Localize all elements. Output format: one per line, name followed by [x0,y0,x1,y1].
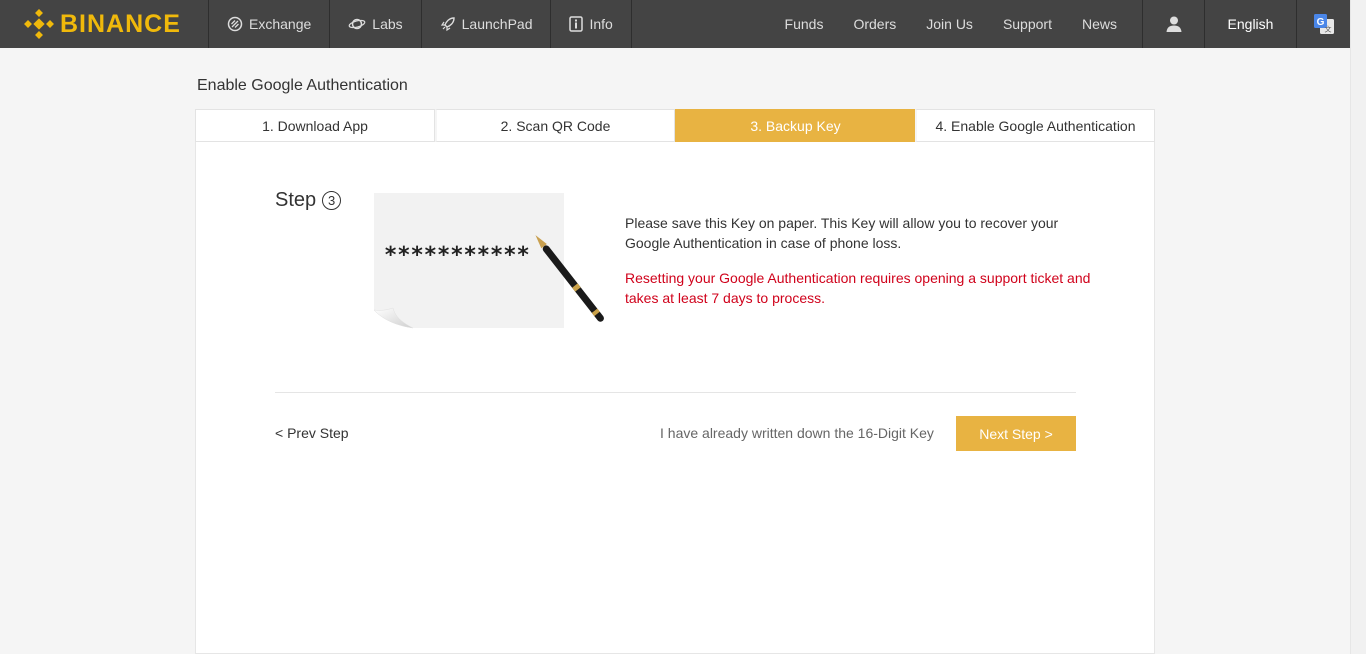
nav-info-label: Info [589,16,613,32]
prev-step-link[interactable]: < Prev Step [275,425,349,441]
page-title: Enable Google Authentication [197,77,408,94]
top-navbar: BINANCE Exchange Labs LaunchPad Info Fun… [0,0,1350,48]
masked-key-text: *********** [384,243,530,268]
next-step-button[interactable]: Next Step > [956,416,1076,451]
step-tab-scan-qr: 2. Scan QR Code [435,109,675,142]
nav-exchange[interactable]: Exchange [208,0,329,48]
svg-text:G: G [1316,17,1324,28]
divider [275,392,1076,393]
language-label: English [1227,16,1274,32]
brand-name: BINANCE [60,9,181,38]
nav-exchange-label: Exchange [249,16,312,32]
exchange-icon [227,16,243,32]
info-icon [569,16,584,32]
translate-button[interactable]: G文 [1296,0,1350,48]
nav-news[interactable]: News [1067,16,1132,32]
step-tabs: 1. Download App 2. Scan QR Code 3. Backu… [195,109,1155,142]
secondary-nav: Funds Orders Join Us Support News Englis… [770,0,1350,48]
binance-logo[interactable]: BINANCE [0,0,208,48]
reset-warning: Resetting your Google Authentication req… [625,270,1091,306]
language-selector[interactable]: English [1204,0,1296,48]
nav-orders[interactable]: Orders [838,16,911,32]
step-tab-download-app: 1. Download App [195,109,435,142]
rocket-icon [440,17,455,32]
step-tab-backup-key: 3. Backup Key [675,109,915,142]
planet-icon [348,18,366,30]
page-scrollbar[interactable] [1350,0,1366,654]
key-confirmation-text: I have already written down the 16-Digit… [660,425,934,441]
step-heading: Step 3 [275,189,342,212]
binance-logo-icon [24,9,54,39]
nav-funds[interactable]: Funds [770,16,839,32]
step-word: Step [275,189,317,211]
google-translate-icon: G文 [1313,14,1334,34]
svg-text:文: 文 [1324,25,1331,34]
user-icon [1166,16,1181,32]
step-tab-enable-ga: 4. Enable Google Authentication [915,109,1155,142]
nav-launchpad[interactable]: LaunchPad [420,0,551,48]
step-number-badge: 3 [322,191,342,210]
backup-instructions: Please save this Key on paper. This Key … [625,215,1059,251]
primary-nav: Exchange Labs LaunchPad Info [208,0,632,48]
step-content-panel: Step 3 *********** Please save this Key … [195,142,1155,654]
nav-labs-label: Labs [372,16,403,32]
nav-info[interactable]: Info [550,0,632,48]
nav-join-us[interactable]: Join Us [911,16,988,32]
user-menu-button[interactable] [1142,0,1204,48]
nav-labs[interactable]: Labs [329,0,420,48]
nav-support[interactable]: Support [988,16,1067,32]
nav-launchpad-label: LaunchPad [461,16,533,32]
